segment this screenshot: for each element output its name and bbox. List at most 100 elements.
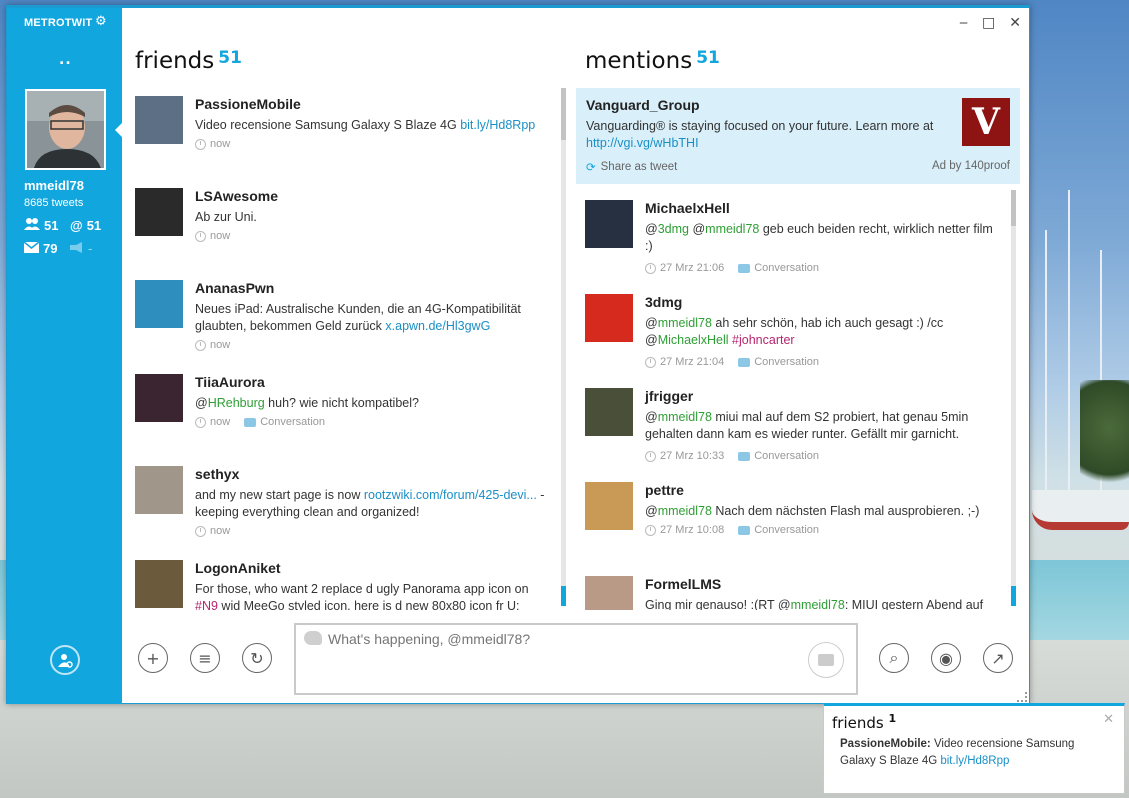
notification-toast[interactable]: friends 1 ✕ PassioneMobile: Video recens…: [823, 703, 1125, 794]
conversation-link[interactable]: Conversation: [738, 450, 819, 462]
tweet-author[interactable]: AnanasPwn: [195, 280, 274, 296]
tweet-mention[interactable]: mmeidl78: [658, 410, 712, 424]
tweet-mention[interactable]: HRehburg: [208, 396, 265, 410]
friends-scroll-thumb[interactable]: [561, 88, 566, 140]
tweet-avatar[interactable]: [585, 200, 633, 248]
tweet-mention[interactable]: MichaelxHell: [658, 333, 729, 347]
tweet-hashtag[interactable]: #N9: [195, 599, 218, 610]
tweet-author[interactable]: pettre: [645, 482, 684, 498]
resize-grip[interactable]: [1017, 692, 1027, 702]
user-avatar[interactable]: [25, 89, 106, 170]
friends-column-title[interactable]: friends 51: [135, 48, 242, 74]
tweet-time[interactable]: now: [210, 525, 230, 537]
tweet-item[interactable]: jfrigger @mmeidl78 miui mal auf dem S2 pr…: [585, 388, 1005, 478]
tweet-item[interactable]: MichaelxHell @3dmg @mmeidl78 geb euch bei…: [585, 200, 1005, 290]
tweet-avatar[interactable]: [585, 388, 633, 436]
tweet-mention[interactable]: 3dmg: [658, 222, 689, 236]
trends-button[interactable]: ↗: [983, 643, 1013, 673]
close-button[interactable]: ✕: [1009, 15, 1021, 31]
nav-dots[interactable]: ..: [59, 52, 72, 68]
tweet-author[interactable]: FormelLMS: [645, 576, 721, 592]
tweet-time[interactable]: 27 Mrz 21:06: [660, 262, 724, 274]
friends-feed[interactable]: PassioneMobile Video recensione Samsung G…: [135, 96, 555, 610]
compose-box[interactable]: [294, 623, 858, 695]
notification-close-button[interactable]: ✕: [1103, 712, 1114, 727]
tweet-avatar[interactable]: [585, 482, 633, 530]
messages-stat[interactable]: 79: [23, 241, 57, 256]
tweet-author[interactable]: PassioneMobile: [195, 96, 301, 112]
tweet-link[interactable]: rootzwiki.com/forum/425-devi...: [364, 488, 537, 502]
gear-icon[interactable]: ⚙: [95, 14, 107, 29]
tweet-item[interactable]: FormelLMS Ging mir genauso! :(RT @mmeidl7…: [585, 576, 1005, 610]
conversation-label: Conversation: [754, 356, 820, 368]
tweet-item[interactable]: sethyx and my new start page is now rootz…: [135, 466, 555, 556]
friends-stat[interactable]: 51: [24, 218, 58, 233]
tweet-avatar[interactable]: [585, 576, 633, 610]
tweet-author[interactable]: 3dmg: [645, 294, 682, 310]
new-column-button[interactable]: +: [138, 643, 168, 673]
tweet-item[interactable]: TiiaAurora @HRehburg huh? wie nicht kompa…: [135, 374, 555, 464]
tweet-count: 8685 tweets: [24, 197, 84, 209]
tweet-time[interactable]: now: [210, 339, 230, 351]
notification-link[interactable]: bit.ly/Hd8Rpp: [940, 755, 1009, 767]
tweet-time[interactable]: now: [210, 416, 230, 428]
lists-stat[interactable]: -: [70, 241, 92, 256]
tweet-item[interactable]: 3dmg @mmeidl78 ah sehr schön, hab ich auc…: [585, 294, 1005, 384]
search-button[interactable]: ⌕: [879, 643, 909, 673]
friends-scrollbar[interactable]: [561, 88, 566, 606]
tweet-item[interactable]: LSAwesome Ab zur Uni. now: [135, 188, 555, 278]
profile-button[interactable]: ◉: [931, 643, 961, 673]
tweet-mention[interactable]: mmeidl78: [658, 316, 712, 330]
share-as-tweet-button[interactable]: ⟳ Share as tweet: [586, 160, 677, 174]
tweet-link[interactable]: bit.ly/Hd8Rpp: [460, 118, 535, 132]
tweet-time[interactable]: now: [210, 138, 230, 150]
tweet-author[interactable]: sethyx: [195, 466, 239, 482]
tweet-time[interactable]: 27 Mrz 10:08: [660, 524, 724, 536]
refresh-button[interactable]: ↻: [242, 643, 272, 673]
tweet-time[interactable]: 27 Mrz 21:04: [660, 356, 724, 368]
conversation-link[interactable]: Conversation: [738, 524, 819, 536]
compose-input[interactable]: [328, 631, 798, 647]
mentions-scrollbar[interactable]: [1011, 190, 1016, 606]
mentions-stat[interactable]: @ 51: [70, 218, 101, 233]
promoted-link[interactable]: http://vgi.vg/wHbTHI: [586, 136, 699, 150]
tweet-mention[interactable]: mmeidl78: [791, 598, 845, 610]
maximize-button[interactable]: □: [982, 15, 995, 31]
tweet-avatar[interactable]: [135, 560, 183, 608]
account-settings-button[interactable]: [50, 645, 80, 675]
tweet-avatar[interactable]: [135, 96, 183, 144]
conversation-link[interactable]: Conversation: [738, 262, 819, 274]
mentions-column-title[interactable]: mentions 51: [585, 48, 720, 74]
tweet-item[interactable]: pettre @mmeidl78 Nach dem nächsten Flash …: [585, 482, 1005, 572]
minimize-button[interactable]: ‒: [959, 15, 968, 31]
tweet-avatar[interactable]: [135, 188, 183, 236]
tweet-item[interactable]: LogonAniket For those, who want 2 replace…: [135, 560, 555, 610]
tweet-author[interactable]: MichaelxHell: [645, 200, 730, 216]
tweet-avatar[interactable]: [135, 374, 183, 422]
mentions-feed[interactable]: MichaelxHell @3dmg @mmeidl78 geb euch bei…: [585, 200, 1005, 610]
tweet-item[interactable]: AnanasPwn Neues iPad: Australische Kunden…: [135, 280, 555, 370]
tweet-avatar[interactable]: [585, 294, 633, 342]
username[interactable]: mmeidl78: [24, 178, 84, 193]
mentions-scroll-thumb[interactable]: [1011, 190, 1016, 226]
tweet-item[interactable]: PassioneMobile Video recensione Samsung G…: [135, 96, 555, 186]
tweet-avatar[interactable]: [135, 280, 183, 328]
tweet-hashtag[interactable]: #johncarter: [732, 333, 795, 347]
tweet-author[interactable]: LSAwesome: [195, 188, 278, 204]
tweet-time[interactable]: now: [210, 230, 230, 242]
tweet-time[interactable]: 27 Mrz 10:33: [660, 450, 724, 462]
clock-icon: [195, 416, 206, 428]
conversation-link[interactable]: Conversation: [738, 356, 819, 368]
send-tweet-button[interactable]: [808, 642, 844, 678]
tweet-author[interactable]: TiiaAurora: [195, 374, 265, 390]
lists-button[interactable]: ≡: [190, 643, 220, 673]
tweet-mention[interactable]: mmeidl78: [705, 222, 759, 236]
promoted-author[interactable]: Vanguard_Group: [586, 97, 700, 113]
conversation-link[interactable]: Conversation: [244, 416, 325, 428]
tweet-mention[interactable]: mmeidl78: [658, 504, 712, 518]
tweet-author[interactable]: jfrigger: [645, 388, 693, 404]
tweet-avatar[interactable]: [135, 466, 183, 514]
tweet-link[interactable]: x.apwn.de/Hl3gwG: [385, 319, 490, 333]
tweet-author[interactable]: LogonAniket: [195, 560, 281, 576]
promoted-tweet[interactable]: Vanguard_Group Vanguarding® is staying f…: [576, 88, 1020, 184]
